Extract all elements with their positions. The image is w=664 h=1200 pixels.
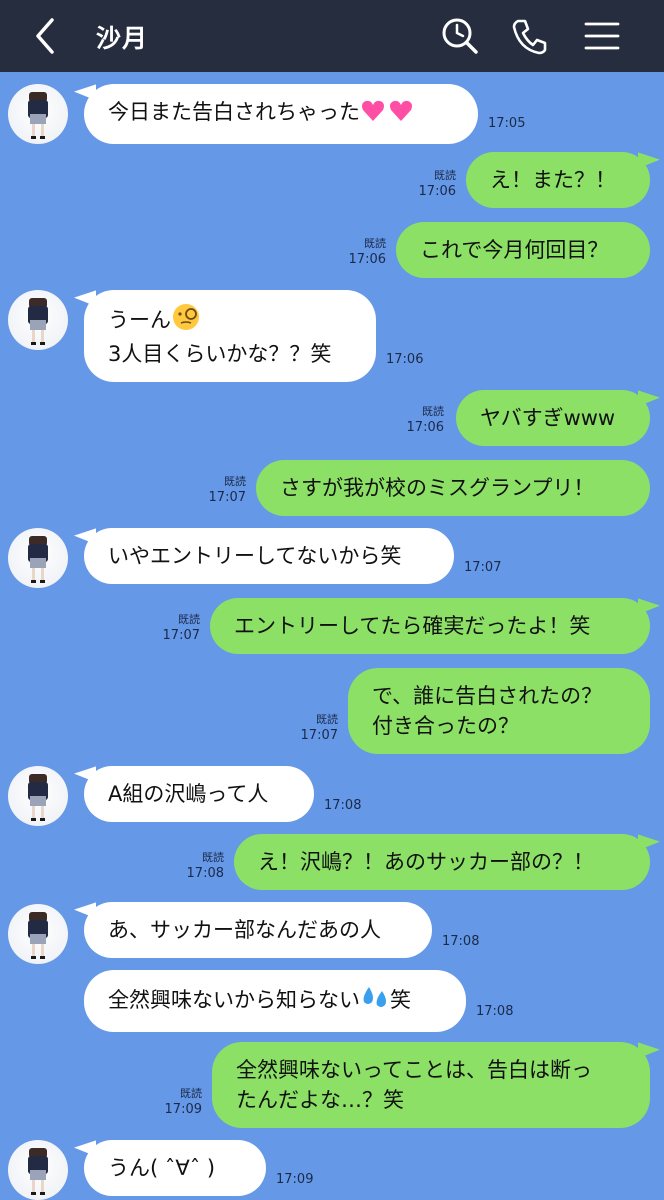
search-icon xyxy=(442,18,478,54)
phone-icon xyxy=(512,19,547,55)
message-meta: 既読 17:06 xyxy=(404,168,456,200)
message-time: 17:07 xyxy=(300,728,338,743)
message-text: え！また？！ xyxy=(490,168,616,192)
message-bubble-incoming[interactable]: うーん 3人目くらいかな？？笑 xyxy=(84,290,376,382)
message-text: うん( ˆ∀ˆ ) xyxy=(108,1156,216,1180)
message-text: これで今月何回目？ xyxy=(420,238,609,262)
avatar-image xyxy=(28,1148,48,1195)
message-bubble-outgoing[interactable]: さすが我が校のミスグランプリ！ xyxy=(256,460,650,516)
message-text: エントリーしてたら確実だったよ！笑 xyxy=(234,614,591,638)
message-bubble-incoming[interactable]: いやエントリーしてないから笑 xyxy=(84,528,454,584)
friend-avatar[interactable] xyxy=(8,1140,68,1200)
message-bubble-outgoing[interactable]: 全然興味ないってことは、告白は断っ たんだよな…？笑 xyxy=(212,1042,650,1128)
friend-avatar[interactable] xyxy=(8,84,68,144)
avatar-image xyxy=(28,536,48,583)
message-time: 17:07 xyxy=(464,560,502,575)
heart-emoji xyxy=(360,97,416,131)
message-text: 全然興味ないってことは、告白は断っ xyxy=(236,1058,592,1082)
read-receipt: 既読 xyxy=(422,405,444,418)
message-bubble-outgoing[interactable]: え！また？！ xyxy=(466,152,650,208)
message-time: 17:08 xyxy=(324,798,362,813)
chat-title: 沙月 xyxy=(96,24,149,53)
message-text: いやエントリーしてないから笑 xyxy=(108,544,402,568)
message-bubble-incoming[interactable]: うん( ˆ∀ˆ ) xyxy=(84,1140,266,1196)
read-receipt: 既読 xyxy=(364,237,386,250)
message-meta: 既読 17:07 xyxy=(194,474,246,506)
search-button[interactable] xyxy=(438,14,482,58)
message-bubble-outgoing[interactable]: ヤバすぎwww xyxy=(456,390,650,446)
message-meta: 既読 17:07 xyxy=(148,612,200,644)
message-text: さすが我が校のミスグランプリ！ xyxy=(280,476,595,500)
message-bubble-outgoing[interactable]: これで今月何回目？ xyxy=(396,222,650,278)
avatar-image xyxy=(28,92,48,139)
avatar-image xyxy=(28,912,48,959)
back-button[interactable] xyxy=(28,14,64,58)
message-bubble-outgoing[interactable]: で、誰に告白されたの？ 付き合ったの？ xyxy=(348,668,650,754)
message-text: 付き合ったの？ xyxy=(372,714,519,738)
message-text: あ、サッカー部なんだあの人 xyxy=(108,918,381,942)
message-time: 17:08 xyxy=(186,866,224,881)
message-meta: 既読 17:09 xyxy=(150,1086,202,1118)
message-text: 全然興味ないから知らない xyxy=(108,988,360,1012)
message-bubble-incoming[interactable]: 今日また告白されちゃった xyxy=(84,84,478,144)
read-receipt: 既読 xyxy=(224,475,246,488)
message-time: 17:06 xyxy=(406,420,444,435)
message-time: 17:07 xyxy=(208,490,246,505)
friend-avatar[interactable] xyxy=(8,528,68,588)
avatar-image xyxy=(28,298,48,345)
message-time: 17:09 xyxy=(276,1172,314,1187)
message-list[interactable]: 今日また告白されちゃった 17:05 既読 17:06 え！また？！ 既読 17… xyxy=(0,72,664,1200)
message-text: A組の沢嶋って人 xyxy=(108,782,269,806)
message-meta: 既読 17:06 xyxy=(334,236,386,268)
friend-avatar[interactable] xyxy=(8,290,68,350)
call-button[interactable] xyxy=(508,14,552,58)
message-text: で、誰に告白されたの？ xyxy=(372,684,603,708)
monocle-face-emoji xyxy=(171,303,201,339)
read-receipt: 既読 xyxy=(180,1087,202,1100)
message-time: 17:06 xyxy=(418,184,456,199)
message-text: 今日また告白されちゃった xyxy=(108,100,360,124)
message-meta: 既読 17:06 xyxy=(392,404,444,436)
message-time: 17:08 xyxy=(442,934,480,949)
message-text: うーん xyxy=(108,308,171,332)
read-receipt: 既読 xyxy=(202,851,224,864)
friend-avatar[interactable] xyxy=(8,904,68,964)
read-receipt: 既読 xyxy=(316,713,338,726)
menu-button[interactable] xyxy=(580,14,624,58)
message-bubble-incoming[interactable]: A組の沢嶋って人 xyxy=(84,766,314,822)
avatar-image xyxy=(28,774,48,821)
message-time: 17:07 xyxy=(162,628,200,643)
message-bubble-outgoing[interactable]: エントリーしてたら確実だったよ！笑 xyxy=(210,598,650,654)
message-time: 17:05 xyxy=(488,116,526,131)
message-meta: 既読 17:07 xyxy=(286,712,338,744)
read-receipt: 既読 xyxy=(178,613,200,626)
chevron-left-icon xyxy=(36,18,54,54)
message-bubble-incoming[interactable]: 全然興味ないから知らない 笑 xyxy=(84,970,466,1032)
friend-avatar[interactable] xyxy=(8,766,68,826)
chat-header: 沙月 xyxy=(0,0,664,72)
message-text: 3人目くらいかな？？笑 xyxy=(108,342,332,366)
message-meta: 既読 17:08 xyxy=(172,850,224,882)
message-bubble-outgoing[interactable]: え！沢嶋？！あのサッカー部の？！ xyxy=(234,834,650,890)
message-text: え！沢嶋？！あのサッカー部の？！ xyxy=(258,850,594,874)
message-bubble-incoming[interactable]: あ、サッカー部なんだあの人 xyxy=(84,902,432,958)
message-time: 17:06 xyxy=(348,252,386,267)
message-time: 17:09 xyxy=(164,1102,202,1117)
sweat-droplets-emoji xyxy=(360,983,390,1019)
message-text: 笑 xyxy=(390,988,411,1012)
read-receipt: 既読 xyxy=(434,169,456,182)
message-text: たんだよな…？笑 xyxy=(236,1088,404,1112)
message-time: 17:06 xyxy=(386,352,424,367)
message-time: 17:08 xyxy=(476,1004,514,1019)
menu-icon xyxy=(584,22,620,50)
message-text: ヤバすぎwww xyxy=(480,406,616,430)
